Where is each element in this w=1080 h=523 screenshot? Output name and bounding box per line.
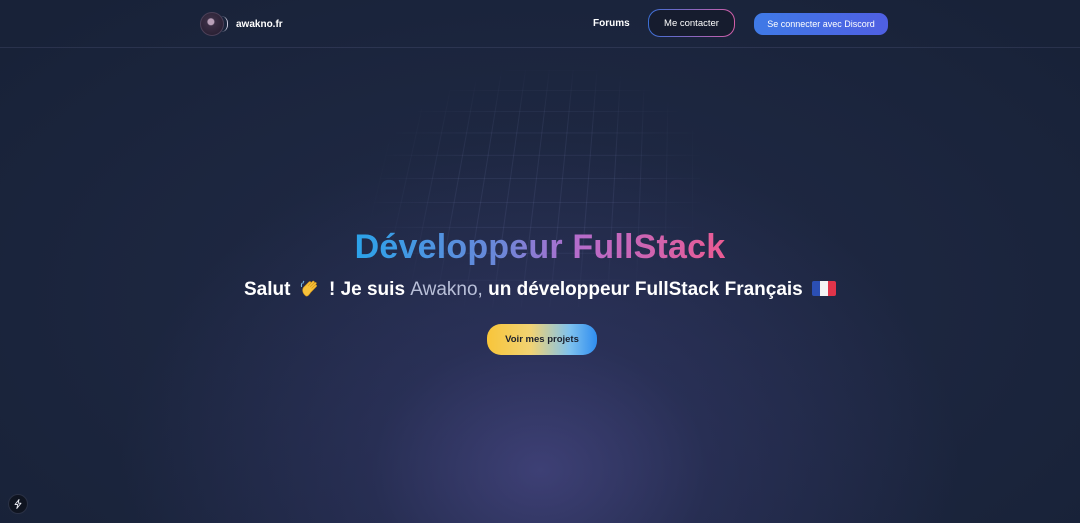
lightning-icon[interactable] (8, 494, 28, 514)
subtitle-name: Awakno, (410, 279, 483, 300)
background-grid (348, 70, 702, 308)
nav-link-forums[interactable]: Forums (593, 18, 630, 29)
navbar: awakno.fr Forums Me contacter Se connect… (0, 0, 1080, 48)
hero-title: Développeur FullStack (0, 228, 1080, 267)
france-flag-icon (812, 281, 837, 296)
lightning-icon-glyph (14, 499, 22, 509)
contact-button[interactable]: Me contacter (648, 9, 735, 37)
view-projects-button[interactable]: Voir mes projets (487, 324, 597, 355)
hero-title-text: Développeur FullStack (354, 228, 726, 266)
waving-hand-icon (300, 280, 317, 297)
avatar (200, 12, 228, 36)
subtitle-prefix: Salut (243, 279, 291, 300)
subtitle-suffix: un développeur FullStack Français (488, 279, 803, 300)
discord-login-button[interactable]: Se connecter avec Discord (754, 13, 888, 35)
brand-name: awakno.fr (236, 18, 283, 30)
hero-subtitle: Salut ! Je suis Awakno, un développeur F… (0, 279, 1080, 301)
brand[interactable]: awakno.fr (200, 12, 283, 36)
subtitle-middle: ! Je suis (328, 279, 406, 300)
